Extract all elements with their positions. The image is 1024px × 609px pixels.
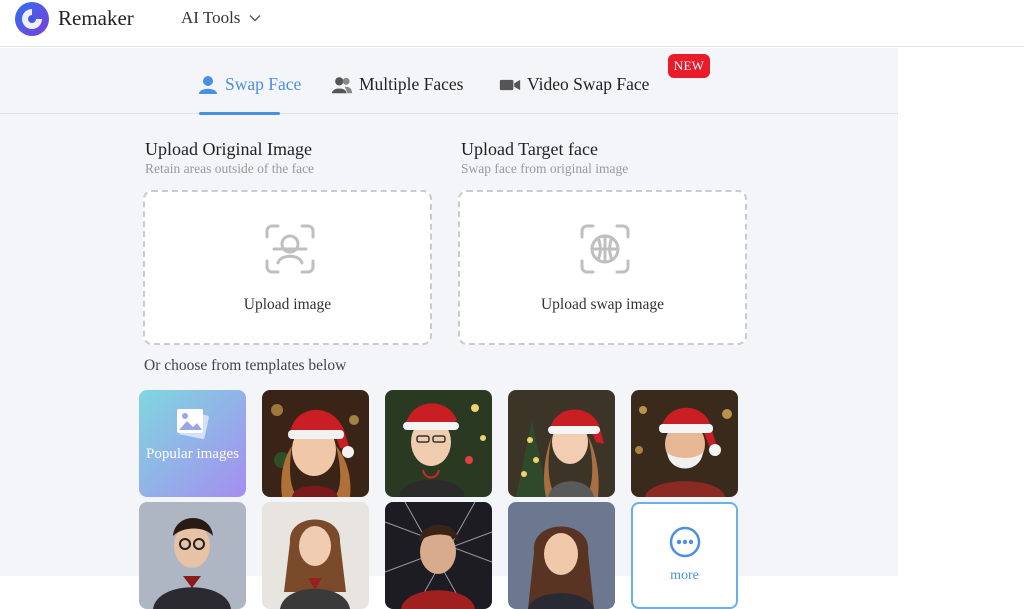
popular-images-label: Popular images bbox=[146, 446, 239, 462]
template-photo-portrait-woman bbox=[508, 502, 615, 609]
target-face-subtitle: Swap face from original image bbox=[461, 161, 629, 176]
chevron-down-icon bbox=[249, 15, 261, 22]
template-photo-santa-teen bbox=[508, 390, 615, 497]
more-templates-button[interactable]: more bbox=[631, 502, 738, 609]
upload-swap-image-label: Upload swap image bbox=[540, 296, 665, 313]
new-badge: NEW bbox=[668, 54, 710, 78]
tab-label: Video Swap Face bbox=[527, 74, 650, 94]
tab-swap-face[interactable]: Swap Face bbox=[197, 74, 301, 95]
template-image[interactable] bbox=[262, 390, 369, 497]
template-photo-wizard-boy bbox=[139, 502, 246, 609]
template-photo-santa-woman bbox=[385, 390, 492, 497]
brand-name[interactable]: Remaker bbox=[58, 6, 134, 31]
template-photo-spider-hero bbox=[385, 502, 492, 609]
original-image-title: Upload Original Image bbox=[145, 139, 312, 159]
main-panel: Swap Face Multiple Faces Video Swap Face… bbox=[0, 48, 898, 609]
template-photo-wizard-girl bbox=[262, 502, 369, 609]
video-camera-icon bbox=[499, 79, 521, 90]
people-icon bbox=[331, 76, 353, 93]
more-dots-icon bbox=[669, 526, 701, 558]
images-stack-icon bbox=[177, 409, 209, 440]
face-scan-icon bbox=[265, 224, 315, 274]
more-label: more bbox=[670, 568, 699, 583]
tab-video-swap-face[interactable]: Video Swap Face bbox=[499, 74, 649, 95]
template-photo-santa-man bbox=[631, 390, 738, 497]
template-image[interactable] bbox=[385, 502, 492, 609]
tab-label: Multiple Faces bbox=[359, 74, 464, 94]
template-photo-santa-girl bbox=[262, 390, 369, 497]
ai-tools-menu[interactable]: AI Tools bbox=[181, 8, 262, 28]
upload-original-dropzone[interactable]: Upload image bbox=[143, 190, 432, 345]
upload-target-dropzone[interactable]: Upload swap image bbox=[458, 190, 747, 345]
template-image[interactable] bbox=[508, 502, 615, 609]
active-tab-indicator bbox=[199, 112, 280, 115]
upload-image-label: Upload image bbox=[243, 296, 332, 313]
top-header: Remaker AI Tools bbox=[0, 0, 1024, 47]
template-image[interactable] bbox=[385, 390, 492, 497]
templates-heading: Or choose from templates below bbox=[144, 357, 347, 374]
person-icon bbox=[199, 75, 217, 94]
template-image[interactable] bbox=[262, 502, 369, 609]
face-target-icon bbox=[580, 224, 630, 274]
tab-label: Swap Face bbox=[225, 74, 302, 94]
ai-tools-label: AI Tools bbox=[181, 8, 241, 27]
template-image[interactable] bbox=[631, 390, 738, 497]
tab-bar: Swap Face Multiple Faces Video Swap Face… bbox=[0, 48, 898, 115]
template-image[interactable] bbox=[508, 390, 615, 497]
target-face-title: Upload Target face bbox=[461, 139, 599, 159]
popular-images-tile[interactable]: Popular images bbox=[139, 390, 246, 497]
remaker-logo-icon[interactable] bbox=[14, 1, 50, 37]
template-image[interactable] bbox=[139, 502, 246, 609]
tab-multiple-faces[interactable]: Multiple Faces bbox=[331, 74, 464, 95]
original-image-subtitle: Retain areas outside of the face bbox=[145, 161, 315, 176]
